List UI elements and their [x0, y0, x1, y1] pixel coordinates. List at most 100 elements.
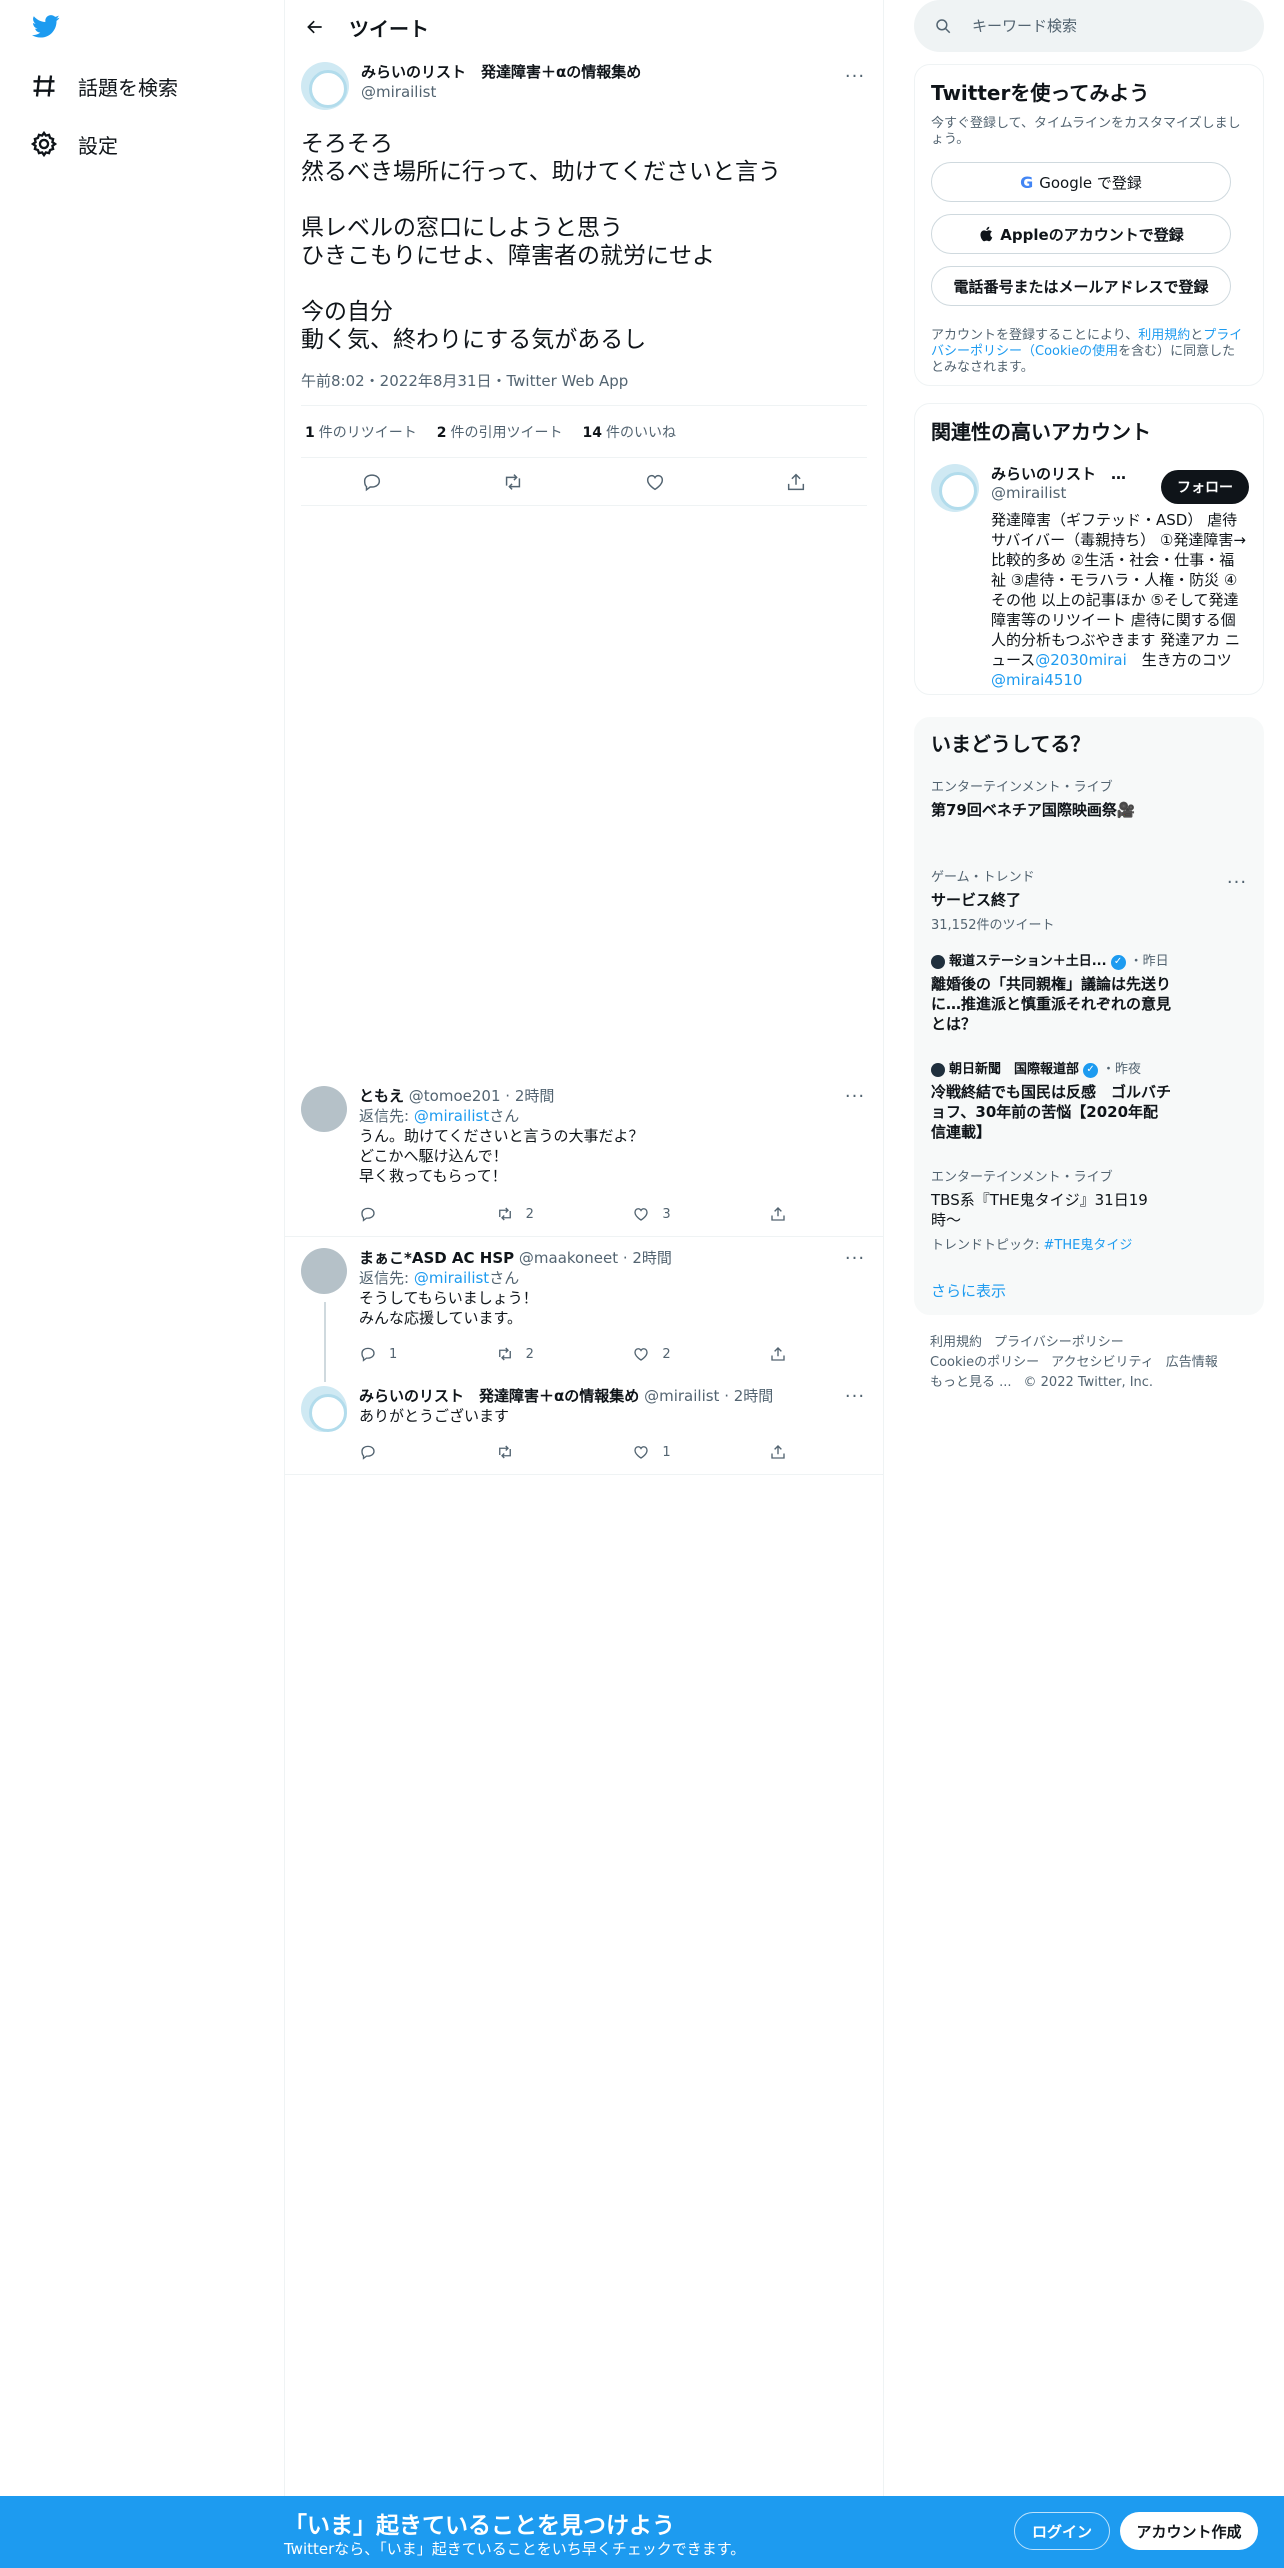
avatar[interactable]	[301, 1086, 347, 1132]
trends-card: いまどうしてる？ エンターテインメント・ライブ 第79回ベネチア国際映画祭🎥 ゲ…	[914, 717, 1264, 1315]
reply-author-handle[interactable]: @mirailist	[644, 1387, 719, 1405]
terms-link[interactable]: 利用規約	[1138, 328, 1190, 343]
bio-link[interactable]: @mirai4510	[991, 671, 1082, 689]
avatar[interactable]	[931, 464, 979, 512]
likes-stat[interactable]: 14 件のいいね	[583, 422, 676, 442]
back-button[interactable]	[295, 7, 335, 47]
account-handle[interactable]: @mirailist	[991, 484, 1066, 502]
reply-tweet[interactable]: まぁこ*ASD AC HSP @maakoneet · 2時間 ··· 返信先:…	[301, 1248, 867, 1378]
verified-icon: ✓	[1083, 1062, 1099, 1078]
like-icon	[634, 1348, 648, 1361]
reply-to-handle[interactable]: @mirailist	[414, 1107, 489, 1125]
retweet-button[interactable]: 2	[496, 1345, 576, 1363]
search-box[interactable]	[914, 0, 1264, 52]
divider	[285, 1474, 883, 1475]
reply-icon[interactable]	[361, 471, 383, 493]
reply-button[interactable]: 1	[359, 1345, 439, 1363]
tweet-text: そろそろ 然るべき場所に行って、助けてくださいと言う 県レベルの窓口にしようと思…	[301, 131, 782, 353]
share-button[interactable]	[769, 1205, 799, 1223]
more-options-icon[interactable]: ···	[843, 1384, 867, 1408]
nav-settings[interactable]: 設定	[30, 118, 118, 170]
tweet-author[interactable]: みらいのリスト 発達障害＋αの情報集め @mirailist	[301, 62, 867, 110]
bio-link[interactable]: @2030mirai	[1035, 651, 1126, 669]
trend-title: 第79回ベネチア国際映画祭🎥	[931, 801, 1136, 819]
news-time: ・昨日	[1129, 954, 1169, 969]
avatar[interactable]	[301, 1386, 347, 1432]
signup-subtitle: 今すぐ登録して、タイムラインをカスタマイズしましょう。	[931, 116, 1241, 147]
quotes-stat[interactable]: 2 件の引用ツイート	[437, 422, 563, 442]
reply-icon	[361, 1445, 375, 1460]
share-icon[interactable]	[785, 471, 807, 493]
like-button[interactable]: 3	[632, 1205, 712, 1223]
focal-tweet: みらいのリスト 発達障害＋αの情報集め @mirailist ··· そろそろ …	[301, 62, 867, 506]
reply-author-name[interactable]: ともえ	[359, 1087, 404, 1105]
gear-icon	[30, 130, 58, 158]
retweet-button[interactable]: 2	[496, 1205, 576, 1223]
left-nav: 話題を検索 設定	[0, 0, 284, 2568]
avatar[interactable]	[301, 1248, 347, 1294]
like-icon[interactable]	[644, 471, 666, 493]
trend-item[interactable]: エンターテインメント・ライブ TBS系『THE鬼タイジ』31日19時〜 トレンド…	[931, 1170, 1171, 1253]
follow-button[interactable]: フォロー	[1161, 470, 1249, 504]
footer-privacy-link[interactable]: プライバシーポリシー	[994, 1335, 1124, 1350]
footer-more-link[interactable]: もっと見る ...	[930, 1375, 1012, 1390]
reply-text: そうしてもらいましょう！ みんな応援しています。	[359, 1289, 538, 1327]
more-options-icon[interactable]: ···	[843, 1246, 867, 1270]
news-source: 朝日新聞 国際報道部	[949, 1062, 1080, 1077]
related-title: 関連性の高いアカウント	[931, 420, 1151, 444]
author-handle[interactable]: @mirailist	[361, 82, 641, 102]
trend-topic-link[interactable]: #THE鬼タイジ	[1044, 1238, 1133, 1253]
more-options-icon[interactable]: ···	[843, 1084, 867, 1108]
reply-button[interactable]	[359, 1443, 439, 1461]
retweet-button[interactable]	[496, 1443, 576, 1461]
reply-author-name[interactable]: まぁこ*ASD AC HSP	[359, 1249, 514, 1267]
related-accounts-card: 関連性の高いアカウント みらいのリスト 発達障害＋αの情報集め @miraili…	[914, 403, 1264, 695]
more-options-icon[interactable]: ···	[843, 64, 867, 88]
bottom-bar-subtitle: Twitterなら、「いま」起きていることをいち早くチェックできます。	[284, 2540, 746, 2558]
more-options-icon[interactable]: ···	[1225, 870, 1249, 894]
share-button[interactable]	[769, 1443, 799, 1461]
news-item[interactable]: 朝日新聞 国際報道部 ✓ ・昨夜 冷戦終結でも国民は反感 ゴルバチョフ、30年前の苦…	[931, 1062, 1171, 1142]
create-account-button[interactable]: アカウント作成	[1120, 2512, 1258, 2550]
retweet-icon[interactable]	[502, 471, 524, 493]
like-button[interactable]: 2	[632, 1345, 712, 1363]
reply-time[interactable]: 2時間	[734, 1387, 774, 1405]
trend-title: TBS系『THE鬼タイジ』31日19時〜	[931, 1191, 1148, 1229]
news-item[interactable]: 報道ステーション＋土日... ✓ ・昨日 離婚後の「共同親権」議論は先送りに…推進派…	[931, 954, 1171, 1034]
reply-author-handle[interactable]: @tomoe201	[409, 1087, 501, 1105]
reply-author-handle[interactable]: @maakoneet	[519, 1249, 618, 1267]
retweet-icon	[498, 1207, 511, 1221]
share-button[interactable]	[769, 1345, 799, 1363]
like-button[interactable]: 1	[632, 1443, 712, 1461]
bottom-signup-bar: 「いま」起きていることを見つけよう Twitterなら、「いま」起きていることを…	[0, 2496, 1284, 2568]
reply-tweet[interactable]: ともえ @tomoe201 · 2時間 ··· 返信先: @mirailistさ…	[301, 1086, 867, 1226]
trend-item[interactable]: ゲーム・トレンド ··· サービス終了 31,152件のツイート	[931, 870, 1249, 933]
google-signup-button[interactable]: G Google で登録	[931, 162, 1231, 202]
trend-item[interactable]: エンターテインメント・ライブ 第79回ベネチア国際映画祭🎥	[931, 780, 1249, 820]
reply-time[interactable]: 2時間	[632, 1249, 672, 1267]
login-button[interactable]: ログイン	[1014, 2512, 1110, 2550]
footer-terms-link[interactable]: 利用規約	[930, 1335, 982, 1350]
footer-ads-link[interactable]: 広告情報	[1166, 1355, 1218, 1370]
reply-time[interactable]: 2時間	[515, 1087, 555, 1105]
author-display-name[interactable]: みらいのリスト 発達障害＋αの情報集め	[361, 62, 641, 82]
search-input[interactable]	[970, 16, 1230, 36]
retweets-stat[interactable]: 1 件のリツイート	[305, 422, 417, 442]
footer-cookie-link[interactable]: Cookieのポリシー	[930, 1355, 1039, 1370]
footer-accessibility-link[interactable]: アクセシビリティ	[1051, 1355, 1154, 1370]
tweet-timestamp[interactable]: 午前8:02・2022年8月31日・Twitter Web App	[301, 370, 867, 391]
avatar[interactable]	[301, 62, 349, 110]
apple-signup-button[interactable]: Appleのアカウントで登録	[931, 214, 1231, 254]
account-name[interactable]: みらいのリスト 発達障害＋αの情報集め	[991, 464, 1141, 484]
news-source: 報道ステーション＋土日...	[949, 954, 1107, 969]
reply-author-name[interactable]: みらいのリスト 発達障害＋αの情報集め	[359, 1387, 639, 1405]
twitter-logo-icon[interactable]	[30, 12, 66, 44]
apple-icon	[980, 226, 993, 242]
reply-button[interactable]	[359, 1205, 439, 1223]
show-more-link[interactable]: さらに表示	[931, 1280, 1006, 1301]
cookie-link[interactable]: Cookieの使用	[1035, 344, 1118, 359]
reply-to-handle[interactable]: @mirailist	[414, 1269, 489, 1287]
phone-email-signup-button[interactable]: 電話番号またはメールアドレスで登録	[931, 266, 1231, 306]
reply-tweet[interactable]: みらいのリスト 発達障害＋αの情報集め @mirailist · 2時間 ···…	[301, 1386, 867, 1476]
nav-explore[interactable]: 話題を検索	[30, 60, 178, 112]
